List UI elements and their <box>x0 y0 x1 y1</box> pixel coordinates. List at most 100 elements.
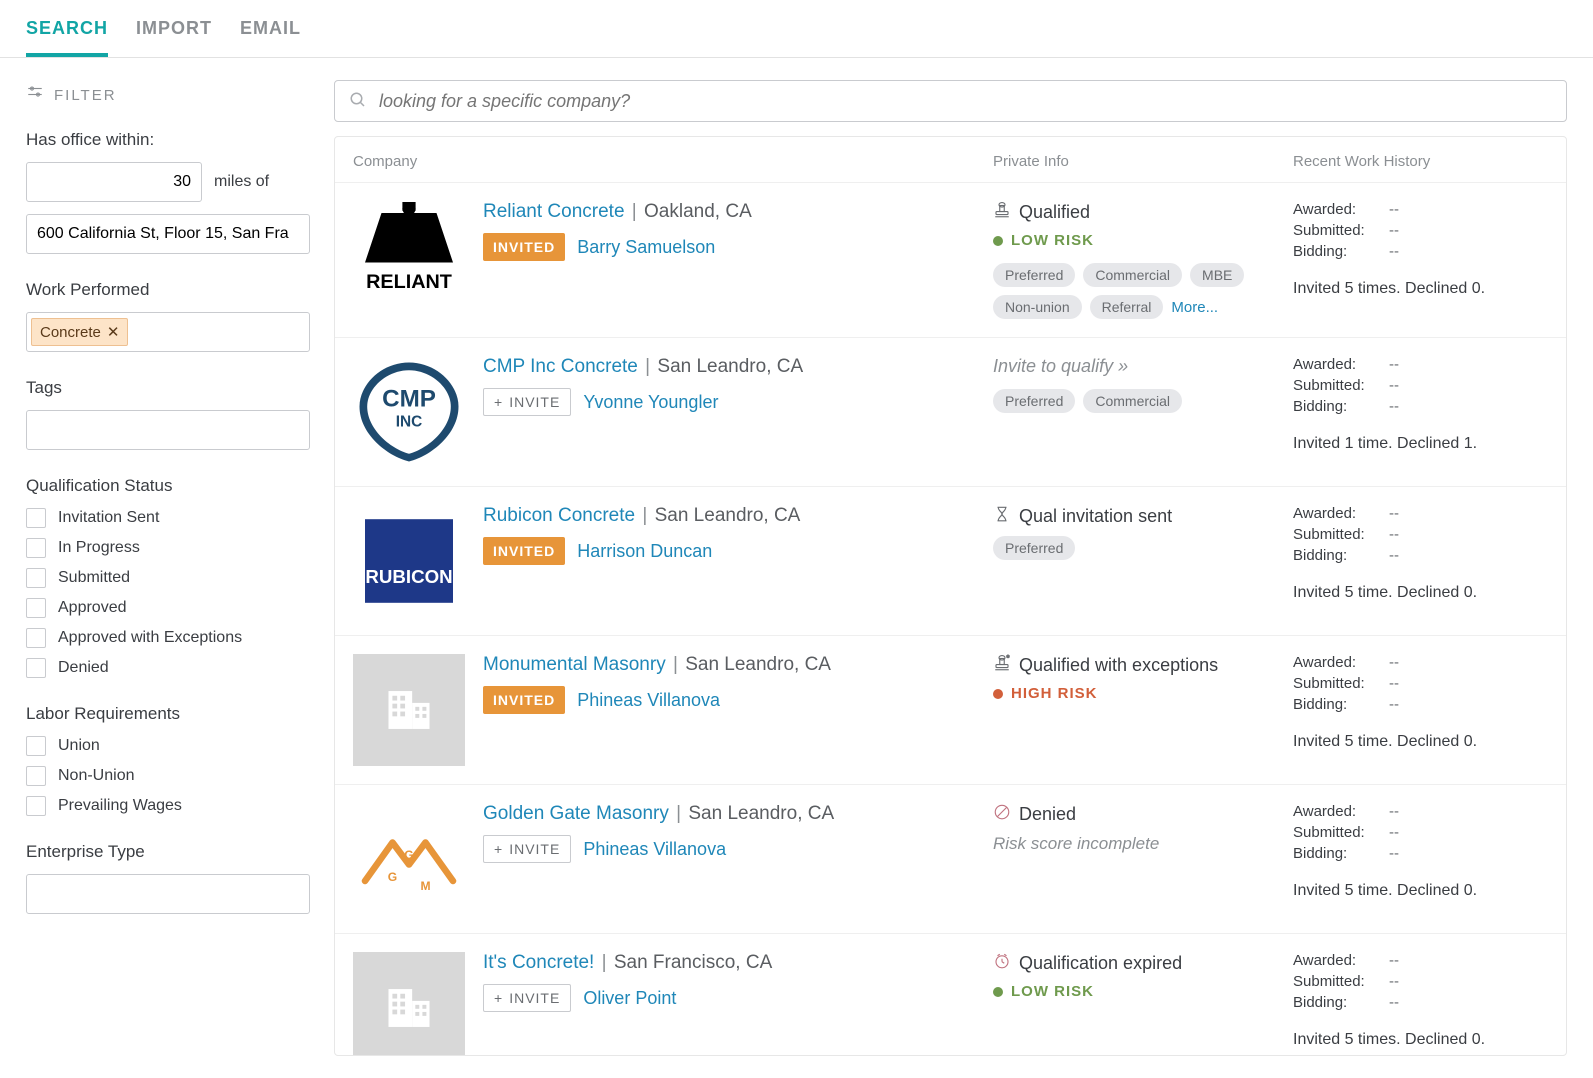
company-list: Company Private Info Recent Work History… <box>334 136 1567 1056</box>
tabs: SEARCH IMPORT EMAIL <box>0 0 1593 58</box>
status-icon <box>993 952 1011 975</box>
status-icon: * <box>993 654 1011 677</box>
miles-input[interactable] <box>26 162 202 202</box>
contact-link[interactable]: Harrison Duncan <box>577 541 712 562</box>
address-input[interactable] <box>26 214 310 254</box>
company-link[interactable]: It's Concrete! <box>483 952 594 973</box>
work-performed-input[interactable]: Concrete ✕ <box>26 312 310 352</box>
submitted-value: -- <box>1389 377 1548 394</box>
tag-pill: Preferred <box>993 263 1075 287</box>
plus-icon: + <box>494 841 503 857</box>
awarded-value: -- <box>1389 505 1548 522</box>
company-row: Monumental Masonry | San Leandro, CAINVI… <box>335 636 1566 785</box>
company-logo <box>353 952 465 1056</box>
submitted-label: Submitted: <box>1293 526 1389 543</box>
invite-summary: Invited 5 time. Declined 0. <box>1293 882 1548 900</box>
invite-summary: Invited 1 time. Declined 1. <box>1293 435 1548 453</box>
status-icon <box>993 505 1011 528</box>
tag-pills: Preferred <box>993 536 1253 560</box>
qual-checkbox-0[interactable] <box>26 508 46 528</box>
contact-link[interactable]: Phineas Villanova <box>577 690 720 711</box>
search-bar[interactable] <box>334 80 1567 122</box>
invite-button[interactable]: +INVITE <box>483 388 571 416</box>
invite-summary: Invited 5 times. Declined 0. <box>1293 1031 1548 1049</box>
awarded-value: -- <box>1389 201 1548 218</box>
status-label: Qualification expired <box>1019 953 1182 974</box>
submitted-label: Submitted: <box>1293 675 1389 692</box>
labor-section: Labor Requirements Union Non-Union Preva… <box>26 704 290 816</box>
work-tag-text: Concrete <box>40 324 101 341</box>
work-performed-label: Work Performed <box>26 280 290 300</box>
submitted-value: -- <box>1389 526 1548 543</box>
plus-icon: + <box>494 990 503 1006</box>
awarded-label: Awarded: <box>1293 803 1389 820</box>
contact-link[interactable]: Yvonne Youngler <box>583 392 718 413</box>
labor-checkbox-0[interactable] <box>26 736 46 756</box>
company-row: CMP Inc Concrete | San Leandro, CA+INVIT… <box>335 338 1566 487</box>
company-location: San Leandro, CA <box>657 356 803 377</box>
qual-checkbox-2[interactable] <box>26 568 46 588</box>
submitted-value: -- <box>1389 824 1548 841</box>
contact-link[interactable]: Barry Samuelson <box>577 237 715 258</box>
header-history: Recent Work History <box>1293 153 1548 170</box>
labor-label-0: Union <box>58 737 100 755</box>
submitted-value: -- <box>1389 675 1548 692</box>
contact-link[interactable]: Oliver Point <box>583 988 676 1009</box>
header-private: Private Info <box>993 153 1293 170</box>
contact-link[interactable]: Phineas Villanova <box>583 839 726 860</box>
filter-title: FILTER <box>54 87 117 104</box>
awarded-value: -- <box>1389 952 1548 969</box>
awarded-label: Awarded: <box>1293 505 1389 522</box>
enterprise-input[interactable] <box>26 874 310 914</box>
risk-badge: HIGH RISK <box>993 685 1293 702</box>
invite-button[interactable]: +INVITE <box>483 984 571 1012</box>
enterprise-label: Enterprise Type <box>26 842 290 862</box>
tag-pill: Commercial <box>1083 389 1182 413</box>
bidding-label: Bidding: <box>1293 243 1389 260</box>
tab-email[interactable]: EMAIL <box>240 18 301 57</box>
tab-search[interactable]: SEARCH <box>26 18 108 57</box>
invited-badge: INVITED <box>483 233 565 261</box>
invite-to-qualify-link[interactable]: Invite to qualify » <box>993 356 1128 377</box>
company-location: San Francisco, CA <box>614 952 772 973</box>
company-link[interactable]: Monumental Masonry <box>483 654 666 675</box>
qual-checkbox-4[interactable] <box>26 628 46 648</box>
search-input[interactable] <box>379 91 1552 112</box>
company-link[interactable]: CMP Inc Concrete <box>483 356 638 377</box>
tags-input[interactable] <box>26 410 310 450</box>
tab-import[interactable]: IMPORT <box>136 18 212 57</box>
bidding-label: Bidding: <box>1293 994 1389 1011</box>
awarded-value: -- <box>1389 654 1548 671</box>
company-link[interactable]: Rubicon Concrete <box>483 505 635 526</box>
company-row: Golden Gate Masonry | San Leandro, CA+IN… <box>335 785 1566 934</box>
company-logo <box>353 356 465 468</box>
remove-tag-icon[interactable]: ✕ <box>107 323 120 341</box>
filter-sidebar: FILTER Has office within: miles of Work … <box>0 58 316 1078</box>
plus-icon: + <box>494 394 503 410</box>
bidding-label: Bidding: <box>1293 845 1389 862</box>
bidding-value: -- <box>1389 243 1548 260</box>
qual-label-1: In Progress <box>58 539 140 557</box>
work-tag-chip: Concrete ✕ <box>31 318 128 346</box>
qual-checkbox-3[interactable] <box>26 598 46 618</box>
invited-badge: INVITED <box>483 686 565 714</box>
labor-checkbox-2[interactable] <box>26 796 46 816</box>
qual-checkbox-5[interactable] <box>26 658 46 678</box>
invite-summary: Invited 5 times. Declined 0. <box>1293 280 1548 298</box>
company-link[interactable]: Reliant Concrete <box>483 201 625 222</box>
invite-button[interactable]: +INVITE <box>483 835 571 863</box>
company-link[interactable]: Golden Gate Masonry <box>483 803 669 824</box>
status-icon <box>993 803 1011 826</box>
tag-pill: Referral <box>1090 295 1164 319</box>
risk-badge: LOW RISK <box>993 983 1293 1000</box>
labor-checkbox-1[interactable] <box>26 766 46 786</box>
qual-checkbox-1[interactable] <box>26 538 46 558</box>
search-icon <box>349 91 367 112</box>
qual-label-0: Invitation Sent <box>58 509 159 527</box>
awarded-label: Awarded: <box>1293 952 1389 969</box>
more-tags-link[interactable]: More... <box>1171 299 1218 316</box>
company-logo <box>353 505 465 617</box>
qual-status-label: Qualification Status <box>26 476 290 496</box>
submitted-label: Submitted: <box>1293 973 1389 990</box>
company-row: It's Concrete! | San Francisco, CA+INVIT… <box>335 934 1566 1056</box>
